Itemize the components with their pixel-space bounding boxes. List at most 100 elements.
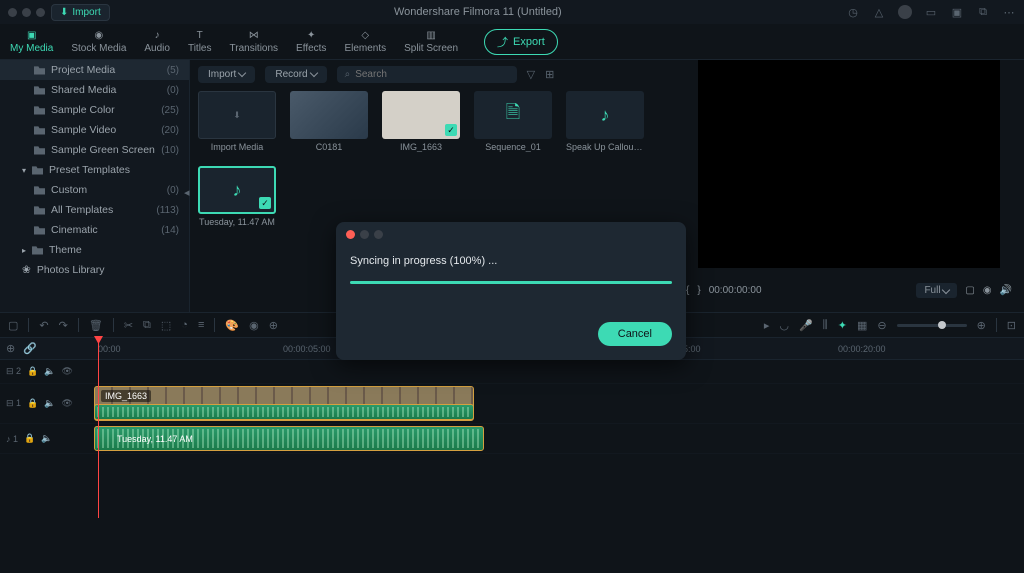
search-box[interactable]: ⌕ bbox=[337, 66, 517, 83]
copy-icon[interactable]: ⧉ bbox=[976, 5, 990, 19]
media-thumb[interactable]: ♪Speak Up Callout_01 bbox=[566, 91, 644, 152]
mark-in-icon[interactable]: ◡ bbox=[779, 319, 789, 332]
split-icon[interactable]: ⧉ bbox=[143, 319, 151, 332]
link-icon[interactable]: 🔗 bbox=[23, 342, 37, 355]
lock-icon[interactable]: 🔒 bbox=[27, 366, 38, 377]
thumb-label: Tuesday, 11.47 AM bbox=[198, 217, 276, 227]
cancel-button[interactable]: Cancel bbox=[598, 322, 672, 346]
window-controls[interactable] bbox=[8, 8, 45, 17]
snap-icon[interactable]: ▦ bbox=[857, 319, 867, 332]
media-thumb[interactable]: C0181 bbox=[290, 91, 368, 152]
mic-icon[interactable]: 🎤 bbox=[799, 319, 813, 332]
mute-icon[interactable]: 🔈 bbox=[44, 398, 55, 409]
save-icon[interactable]: ▭ bbox=[924, 5, 938, 19]
volume-icon[interactable]: 🔊 bbox=[1000, 285, 1012, 296]
sidebar-count: (0) bbox=[167, 85, 179, 96]
thumb-label: IMG_1663 bbox=[382, 142, 460, 152]
timeline-lock-icon[interactable]: ⊕ bbox=[6, 342, 15, 355]
add-track-icon[interactable]: ▢ bbox=[8, 319, 18, 332]
sidebar-item[interactable]: Custom(0) bbox=[0, 180, 189, 200]
zoom-out-icon[interactable]: ⊖ bbox=[877, 319, 886, 332]
import-dropdown[interactable]: Import bbox=[198, 66, 255, 83]
folder-icon bbox=[34, 126, 45, 135]
tab-elements[interactable]: ◇Elements bbox=[344, 29, 386, 54]
tab-titles[interactable]: TTitles bbox=[188, 29, 212, 54]
sidebar-item[interactable]: Sample Video(20) bbox=[0, 120, 189, 140]
preview-monitor[interactable] bbox=[698, 60, 1000, 268]
ruler-mark: 00:00:20:00 bbox=[838, 344, 886, 354]
tab-my-media[interactable]: ▣My Media bbox=[10, 29, 53, 54]
export-button[interactable]: ⤴ Export bbox=[484, 29, 558, 55]
video-clip-audio[interactable] bbox=[94, 404, 474, 420]
ruler-mark: 00:00:05:00 bbox=[283, 344, 331, 354]
sidebar-item[interactable]: Sample Green Screen(10) bbox=[0, 140, 189, 160]
tab-effects[interactable]: ✦Effects bbox=[296, 29, 326, 54]
sidebar-item[interactable]: Project Media(5) bbox=[0, 60, 189, 80]
render-icon[interactable]: ◉ bbox=[249, 319, 259, 332]
sidebar-item[interactable]: ❀Photos Library bbox=[0, 260, 189, 280]
filter-icon[interactable]: ▽ bbox=[527, 68, 535, 81]
media-thumb[interactable]: ✓IMG_1663 bbox=[382, 91, 460, 152]
speed-icon[interactable]: ◔ bbox=[181, 319, 188, 331]
snapshot-icon[interactable]: ◉ bbox=[983, 285, 992, 296]
fit-icon[interactable]: ⊡ bbox=[1007, 319, 1016, 332]
file-icon: 🗎 bbox=[506, 100, 520, 130]
search-input[interactable] bbox=[355, 69, 508, 80]
mixer-icon[interactable]: ⫼ bbox=[823, 319, 828, 332]
media-thumb[interactable]: 🗎Sequence_01 bbox=[474, 91, 552, 152]
lock-icon[interactable]: 🔒 bbox=[27, 398, 38, 409]
mute-icon[interactable]: 🔈 bbox=[44, 366, 55, 377]
eye-icon[interactable]: 👁 bbox=[61, 398, 72, 409]
browser-toolbar: Import Record ⌕ ▽ ⊞ bbox=[198, 66, 666, 83]
marker-icon[interactable]: ✦ bbox=[838, 319, 847, 332]
monitor-icon[interactable]: ▢ bbox=[965, 285, 974, 296]
titles-icon: T bbox=[192, 29, 208, 41]
chevron-right-icon: ▸ bbox=[22, 246, 26, 255]
tab-audio[interactable]: ♪Audio bbox=[144, 29, 170, 54]
record-dropdown[interactable]: Record bbox=[265, 66, 326, 83]
grid-view-icon[interactable]: ⊞ bbox=[545, 68, 554, 81]
eye-icon[interactable]: 👁 bbox=[61, 366, 72, 377]
avatar-icon[interactable] bbox=[898, 5, 912, 19]
more-icon[interactable]: ⋯ bbox=[1002, 5, 1016, 19]
sidebar-label: Project Media bbox=[51, 64, 115, 76]
cut-icon[interactable]: ✂ bbox=[124, 319, 133, 332]
dialog-window-controls[interactable] bbox=[336, 222, 686, 247]
cloud-icon[interactable]: △ bbox=[872, 5, 886, 19]
import-pill[interactable]: ⬇ Import bbox=[51, 4, 110, 21]
gauge-icon[interactable]: ◷ bbox=[846, 5, 860, 19]
adjust-icon[interactable]: ≡ bbox=[198, 319, 204, 331]
undo-icon[interactable]: ↶ bbox=[39, 319, 48, 332]
tab-stock-media[interactable]: ◉Stock Media bbox=[71, 29, 126, 54]
tab-split-screen[interactable]: ▥Split Screen bbox=[404, 29, 458, 54]
tab-transitions[interactable]: ⋈Transitions bbox=[230, 29, 279, 54]
zoom-slider[interactable] bbox=[897, 324, 967, 327]
sidebar-item[interactable]: Shared Media(0) bbox=[0, 80, 189, 100]
media-thumb[interactable]: ♪✓Tuesday, 11.47 AM bbox=[198, 166, 276, 227]
delete-icon[interactable]: 🗑 bbox=[89, 319, 103, 332]
media-thumb[interactable]: ⬇Import Media bbox=[198, 91, 276, 152]
effects-icon: ✦ bbox=[303, 29, 319, 41]
quality-select[interactable]: Full bbox=[916, 283, 957, 298]
sidebar-item[interactable]: All Templates(113) bbox=[0, 200, 189, 220]
screenshot-icon[interactable]: ▣ bbox=[950, 5, 964, 19]
check-icon: ✓ bbox=[259, 197, 271, 209]
more-icon[interactable]: ⊕ bbox=[269, 319, 278, 332]
audio-clip[interactable]: Tuesday, 11.47 AM bbox=[94, 426, 484, 451]
collapse-sidebar[interactable]: ◂ bbox=[184, 186, 190, 199]
sidebar-count: (20) bbox=[161, 125, 179, 136]
playhead[interactable] bbox=[98, 338, 99, 518]
play-icon[interactable]: ▸ bbox=[764, 319, 770, 332]
sidebar-item[interactable]: ▸ Theme bbox=[0, 240, 189, 260]
color-icon[interactable]: 🎨 bbox=[225, 319, 239, 332]
titlebar: ⬇ Import Wondershare Filmora 11 (Untitle… bbox=[0, 0, 1024, 24]
lock-icon[interactable]: 🔒 bbox=[24, 433, 35, 444]
mute-icon[interactable]: 🔈 bbox=[41, 433, 52, 444]
redo-icon[interactable]: ↷ bbox=[59, 319, 68, 332]
sidebar-item[interactable]: ▾ Preset Templates bbox=[0, 160, 189, 180]
preview-controls: { } 00:00:00:00 Full ▢ ◉ 🔊 bbox=[674, 268, 1024, 312]
sidebar-item[interactable]: Cinematic(14) bbox=[0, 220, 189, 240]
sidebar-item[interactable]: Sample Color(25) bbox=[0, 100, 189, 120]
zoom-in-icon[interactable]: ⊕ bbox=[977, 319, 986, 332]
crop-icon[interactable]: ⬚ bbox=[161, 319, 171, 332]
